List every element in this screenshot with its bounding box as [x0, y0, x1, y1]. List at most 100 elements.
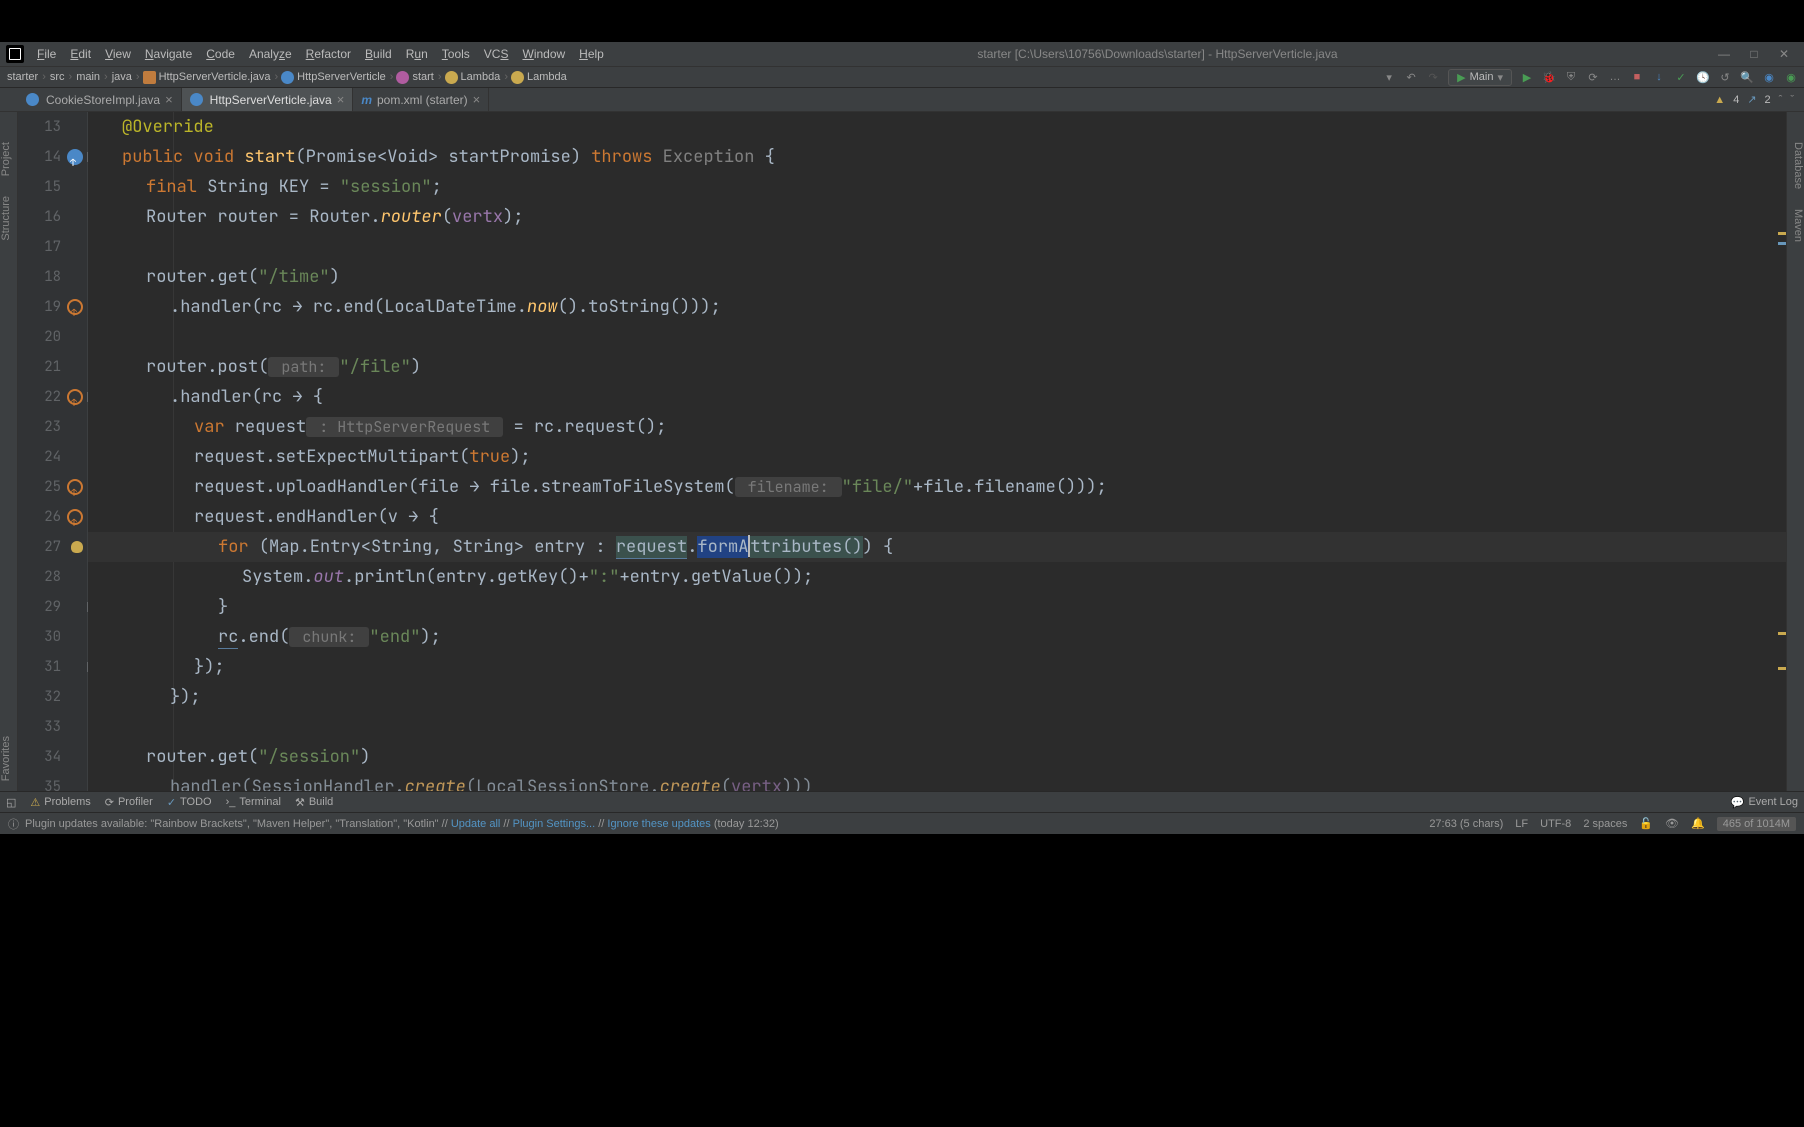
- lambda-gutter-icon[interactable]: [67, 299, 83, 315]
- update-all-link[interactable]: Update all: [451, 818, 501, 830]
- line-number[interactable]: 27: [18, 532, 87, 562]
- file-encoding[interactable]: UTF-8: [1540, 818, 1571, 830]
- menu-refactor[interactable]: Refactor: [299, 47, 358, 61]
- weak-warning-icon[interactable]: ↗: [1747, 93, 1756, 106]
- settings-icon[interactable]: ◉: [1762, 70, 1776, 84]
- line-number[interactable]: 31−: [18, 652, 87, 682]
- menu-analyze[interactable]: Analyze: [242, 47, 299, 61]
- menu-navigate[interactable]: Navigate: [138, 47, 199, 61]
- event-log-tool[interactable]: 💬Event Log: [1731, 796, 1798, 809]
- profile-button[interactable]: ⟳: [1586, 70, 1600, 84]
- problems-tool[interactable]: ⚠Problems: [30, 796, 90, 809]
- warning-icon[interactable]: ▲: [1714, 94, 1725, 106]
- menu-code[interactable]: Code: [199, 47, 242, 61]
- lambda-gutter-icon[interactable]: [67, 389, 83, 405]
- vcs-history-icon[interactable]: 🕓: [1696, 70, 1710, 84]
- favorites-tool[interactable]: Favorites: [0, 726, 17, 791]
- vcs-revert-icon[interactable]: ↺: [1718, 70, 1732, 84]
- line-number[interactable]: 25: [18, 472, 87, 502]
- next-highlight-icon[interactable]: ˇ: [1790, 94, 1794, 106]
- gutter[interactable]: 1314−1516171819202122−23242526272829−303…: [18, 112, 88, 791]
- database-tool[interactable]: Database: [1787, 132, 1804, 199]
- run-button[interactable]: ▶: [1520, 70, 1534, 84]
- forward-icon[interactable]: ↷: [1426, 70, 1440, 84]
- crumb-main[interactable]: main: [75, 71, 101, 83]
- tab-cookiestoreimpl[interactable]: CookieStoreImpl.java ×: [18, 88, 182, 111]
- vcs-update-icon[interactable]: ↓: [1652, 70, 1666, 84]
- maven-tool[interactable]: Maven: [1787, 199, 1804, 252]
- close-icon[interactable]: ×: [337, 92, 345, 107]
- add-config-icon[interactable]: ▾: [1382, 70, 1396, 84]
- readonly-icon[interactable]: 🔓: [1639, 817, 1653, 830]
- tab-httpserververticle[interactable]: HttpServerVerticle.java ×: [182, 88, 354, 111]
- crumb-lambda-2[interactable]: Lambda: [526, 71, 568, 83]
- line-separator[interactable]: LF: [1515, 818, 1528, 830]
- line-number[interactable]: 15: [18, 172, 87, 202]
- line-number[interactable]: 26: [18, 502, 87, 532]
- run-configuration-selector[interactable]: ▶ Main ▾: [1448, 69, 1512, 86]
- crumb-src[interactable]: src: [49, 71, 66, 83]
- line-number[interactable]: 24: [18, 442, 87, 472]
- close-icon[interactable]: ×: [165, 92, 173, 107]
- prev-highlight-icon[interactable]: ˆ: [1779, 94, 1783, 106]
- line-number[interactable]: 22−: [18, 382, 87, 412]
- todo-tool[interactable]: ✓TODO: [167, 796, 212, 809]
- menu-edit[interactable]: Edit: [63, 47, 98, 61]
- attach-button[interactable]: …: [1608, 70, 1622, 84]
- line-number[interactable]: 23: [18, 412, 87, 442]
- override-gutter-icon[interactable]: [67, 149, 83, 165]
- help-icon[interactable]: ◉: [1784, 70, 1798, 84]
- crumb-method[interactable]: start: [411, 71, 434, 83]
- indent-setting[interactable]: 2 spaces: [1583, 818, 1627, 830]
- line-number[interactable]: 34: [18, 742, 87, 772]
- crumb-java[interactable]: java: [111, 71, 133, 83]
- coverage-button[interactable]: ⛨: [1564, 70, 1578, 84]
- vcs-commit-icon[interactable]: ✓: [1674, 70, 1688, 84]
- error-stripe[interactable]: [1776, 112, 1786, 791]
- notifications-icon[interactable]: 🔔: [1691, 817, 1705, 830]
- close-button[interactable]: ✕: [1778, 47, 1790, 61]
- maximize-button[interactable]: □: [1748, 47, 1760, 61]
- menu-help[interactable]: Help: [572, 47, 611, 61]
- line-number[interactable]: 18: [18, 262, 87, 292]
- menu-vcs[interactable]: VCS: [477, 47, 516, 61]
- line-number[interactable]: 28: [18, 562, 87, 592]
- search-everywhere-icon[interactable]: 🔍: [1740, 70, 1754, 84]
- crumb-class[interactable]: HttpServerVerticle: [296, 71, 387, 83]
- line-number[interactable]: 30: [18, 622, 87, 652]
- line-number[interactable]: 33: [18, 712, 87, 742]
- build-tool[interactable]: ⚒Build: [295, 796, 333, 809]
- stop-button[interactable]: ■: [1630, 70, 1644, 84]
- menu-file[interactable]: File: [30, 47, 63, 61]
- structure-tool[interactable]: Structure: [0, 186, 17, 251]
- code-editor[interactable]: @Override public void start(Promise<Void…: [88, 112, 1786, 791]
- line-number[interactable]: 35: [18, 772, 87, 791]
- show-tool-windows-icon[interactable]: ◱: [6, 796, 16, 809]
- debug-button[interactable]: 🐞: [1542, 70, 1556, 84]
- plugin-settings-link[interactable]: Plugin Settings...: [513, 818, 596, 830]
- line-number[interactable]: 16: [18, 202, 87, 232]
- line-number[interactable]: 13: [18, 112, 87, 142]
- line-number[interactable]: 29−: [18, 592, 87, 622]
- crumb-lambda-1[interactable]: Lambda: [460, 71, 502, 83]
- menu-tools[interactable]: Tools: [435, 47, 477, 61]
- menu-window[interactable]: Window: [515, 47, 572, 61]
- line-number[interactable]: 14−: [18, 142, 87, 172]
- lambda-gutter-icon[interactable]: [67, 479, 83, 495]
- back-icon[interactable]: ↶: [1404, 70, 1418, 84]
- project-tool[interactable]: Project: [0, 132, 17, 186]
- crumb-project[interactable]: starter: [6, 71, 39, 83]
- bulb-gutter-icon[interactable]: [71, 541, 83, 553]
- tab-pomxml[interactable]: m pom.xml (starter) ×: [353, 88, 489, 111]
- ignore-updates-link[interactable]: Ignore these updates: [607, 818, 710, 830]
- lambda-gutter-icon[interactable]: [67, 509, 83, 525]
- minimize-button[interactable]: —: [1718, 47, 1730, 61]
- menu-build[interactable]: Build: [358, 47, 399, 61]
- line-number[interactable]: 20: [18, 322, 87, 352]
- memory-indicator[interactable]: 465 of 1014M: [1717, 817, 1796, 831]
- menu-run[interactable]: Run: [399, 47, 435, 61]
- terminal-tool[interactable]: ›_Terminal: [226, 796, 281, 808]
- line-number[interactable]: 17: [18, 232, 87, 262]
- crumb-file[interactable]: HttpServerVerticle.java: [158, 71, 272, 83]
- line-number[interactable]: 21: [18, 352, 87, 382]
